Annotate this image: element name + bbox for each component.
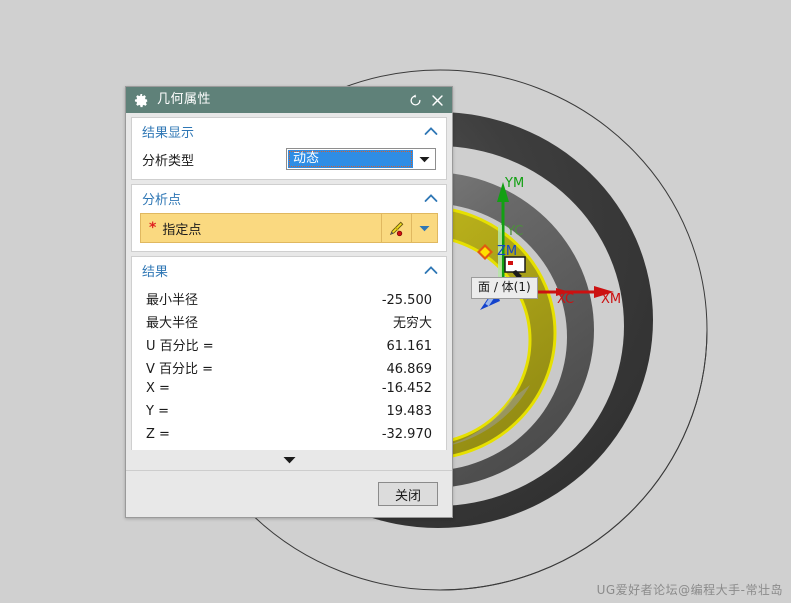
- dialog-titlebar[interactable]: 几何属性: [126, 87, 452, 113]
- result-value: 61.161: [386, 339, 433, 354]
- result-label: Z =: [146, 427, 170, 442]
- analysis-type-row: 分析类型 动态: [132, 144, 446, 179]
- result-value: -25.500: [381, 293, 432, 308]
- table-row: 最小半径 -25.500: [146, 289, 432, 312]
- dialog-title: 几何属性: [157, 92, 212, 107]
- section-result-display: 结果显示 分析类型 动态: [131, 117, 447, 180]
- result-label: 最小半径: [146, 293, 199, 308]
- gear-icon: [134, 93, 149, 107]
- result-label: Y =: [146, 404, 169, 419]
- svg-text:ZM: ZM: [497, 244, 517, 259]
- table-row: V 百分比 = 46.869: [146, 358, 432, 381]
- table-row: X = -16.452: [146, 381, 432, 404]
- dialog-expander-toggle[interactable]: [126, 450, 452, 471]
- result-label: 最大半径: [146, 316, 199, 331]
- reset-icon[interactable]: [404, 89, 426, 111]
- section-analysis-point: 分析点 * 指定点: [131, 184, 447, 252]
- table-row: Z = -32.970: [146, 427, 432, 450]
- chevron-down-icon[interactable]: [413, 156, 435, 163]
- result-value: 46.869: [386, 362, 433, 377]
- section-header-result-display[interactable]: 结果显示: [132, 118, 446, 144]
- specify-point-label: 指定点: [162, 222, 202, 238]
- section-title: 结果显示: [142, 125, 195, 141]
- svg-text:YM: YM: [504, 176, 524, 191]
- result-value: -32.970: [381, 427, 432, 442]
- section-results: 结果 最小半径 -25.500 最大半径 无穷大 U 百分比 = 61.161: [131, 256, 447, 450]
- required-marker: *: [149, 220, 157, 236]
- chevron-up-icon[interactable]: [424, 126, 438, 136]
- close-button[interactable]: 关闭: [378, 482, 438, 506]
- section-title: 分析点: [142, 192, 182, 208]
- chevron-up-icon[interactable]: [424, 265, 438, 275]
- specify-point-row: * 指定点: [132, 211, 446, 251]
- analysis-type-combobox[interactable]: 动态: [286, 148, 436, 170]
- geometric-properties-dialog[interactable]: 几何属性 结果显示 分析类型 动态 分析点 * 指定点 结果 最小半径 -25.…: [125, 86, 453, 518]
- point-constructor-icon[interactable]: [382, 213, 412, 243]
- result-label: X =: [146, 381, 170, 396]
- section-title: 结果: [142, 264, 169, 280]
- table-row: Y = 19.483: [146, 404, 432, 427]
- table-row: U 百分比 = 61.161: [146, 335, 432, 358]
- forum-watermark: UG爱好者论坛@编程大手-常壮岛: [596, 583, 783, 597]
- result-value: 无穷大: [392, 316, 432, 331]
- result-value: -16.452: [381, 381, 432, 396]
- point-options-dropdown[interactable]: [412, 213, 438, 243]
- table-row: 最大半径 无穷大: [146, 312, 432, 335]
- chevron-down-icon: [283, 457, 295, 464]
- specify-point-field[interactable]: * 指定点: [140, 213, 382, 243]
- section-header-analysis-point[interactable]: 分析点: [132, 185, 446, 211]
- svg-text:XM: XM: [601, 292, 621, 307]
- dialog-body: 结果显示 分析类型 动态 分析点 * 指定点 结果 最小半径 -25.500 最…: [126, 113, 452, 450]
- chevron-down-icon: [419, 225, 430, 231]
- dialog-footer: 关闭: [126, 471, 452, 517]
- close-icon[interactable]: [426, 89, 448, 111]
- analysis-type-label: 分析类型: [142, 153, 195, 169]
- chevron-up-icon[interactable]: [424, 193, 438, 203]
- result-value: 19.483: [386, 404, 433, 419]
- svg-text:XC: XC: [557, 292, 574, 307]
- result-label: V 百分比 =: [146, 362, 214, 377]
- results-list: 最小半径 -25.500 最大半径 无穷大 U 百分比 = 61.161 V 百…: [132, 283, 446, 450]
- result-label: U 百分比 =: [146, 339, 214, 354]
- section-header-results[interactable]: 结果: [132, 257, 446, 283]
- analysis-type-value: 动态: [288, 150, 413, 168]
- svg-text:YC: YC: [506, 224, 523, 239]
